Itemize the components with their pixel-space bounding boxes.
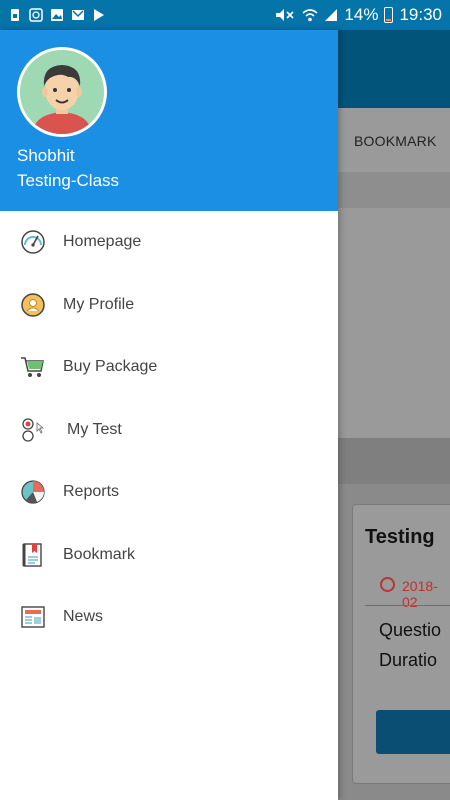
user-name: Shobhit (17, 146, 75, 165)
navigation-drawer: Shobhit Testing-Class Homepage My Profil… (0, 30, 338, 800)
image-icon (51, 9, 63, 21)
user-avatar-icon (20, 50, 104, 134)
menu-item-my-profile[interactable]: My Profile (0, 274, 338, 337)
background-block (338, 208, 450, 438)
drawer-menu: Homepage My Profile Buy Package My Test (0, 211, 338, 649)
background-app: BOOKMARK Testing 2018-02 Questio Duratio (338, 30, 450, 800)
menu-label: My Profile (63, 295, 135, 313)
menu-item-reports[interactable]: Reports (0, 461, 338, 524)
battery-percent: 14% (344, 5, 379, 24)
play-store-icon (94, 9, 104, 21)
test-card-questions: Questio (379, 620, 442, 640)
divider (365, 605, 450, 606)
signal-icon (325, 9, 338, 21)
menu-item-bookmark[interactable]: Bookmark (0, 524, 338, 587)
notification-icons (8, 8, 106, 22)
background-strip (338, 172, 450, 208)
sync-icon (29, 8, 43, 22)
newspaper-icon (20, 604, 46, 630)
clock: 19:30 (399, 5, 442, 24)
menu-label: Buy Package (63, 358, 158, 376)
clock-icon (380, 577, 395, 592)
user-class: Testing-Class (17, 171, 120, 190)
status-bar: 14% 19:30 (0, 0, 450, 30)
background-band (338, 438, 450, 484)
gmail-icon (72, 10, 84, 20)
bookmark-icon (20, 542, 46, 568)
menu-label: My Test (67, 420, 122, 438)
menu-item-homepage[interactable]: Homepage (0, 211, 338, 274)
tab-bookmark: BOOKMARK (354, 133, 437, 149)
menu-item-my-test[interactable]: My Test (0, 399, 338, 462)
menu-item-buy-package[interactable]: Buy Package (0, 336, 338, 399)
sim-icon (11, 9, 19, 21)
menu-label: Homepage (63, 233, 142, 251)
radio-test-icon (20, 417, 46, 443)
speedometer-icon (20, 229, 46, 255)
menu-label: Bookmark (63, 545, 136, 563)
menu-item-news[interactable]: News (0, 586, 338, 649)
mute-icon (276, 9, 294, 21)
background-app-bar (338, 30, 450, 108)
battery-icon (384, 7, 394, 23)
drawer-header: Shobhit Testing-Class (0, 30, 338, 211)
test-card-button (376, 710, 450, 754)
wifi-icon (302, 9, 318, 22)
avatar[interactable] (17, 47, 107, 137)
test-card-title: Testing (365, 526, 435, 548)
pie-chart-icon (20, 479, 46, 505)
menu-label: News (63, 608, 104, 626)
cart-icon (20, 354, 46, 380)
menu-label: Reports (63, 483, 120, 501)
test-card-duration: Duratio (379, 650, 438, 670)
profile-icon (20, 292, 46, 318)
